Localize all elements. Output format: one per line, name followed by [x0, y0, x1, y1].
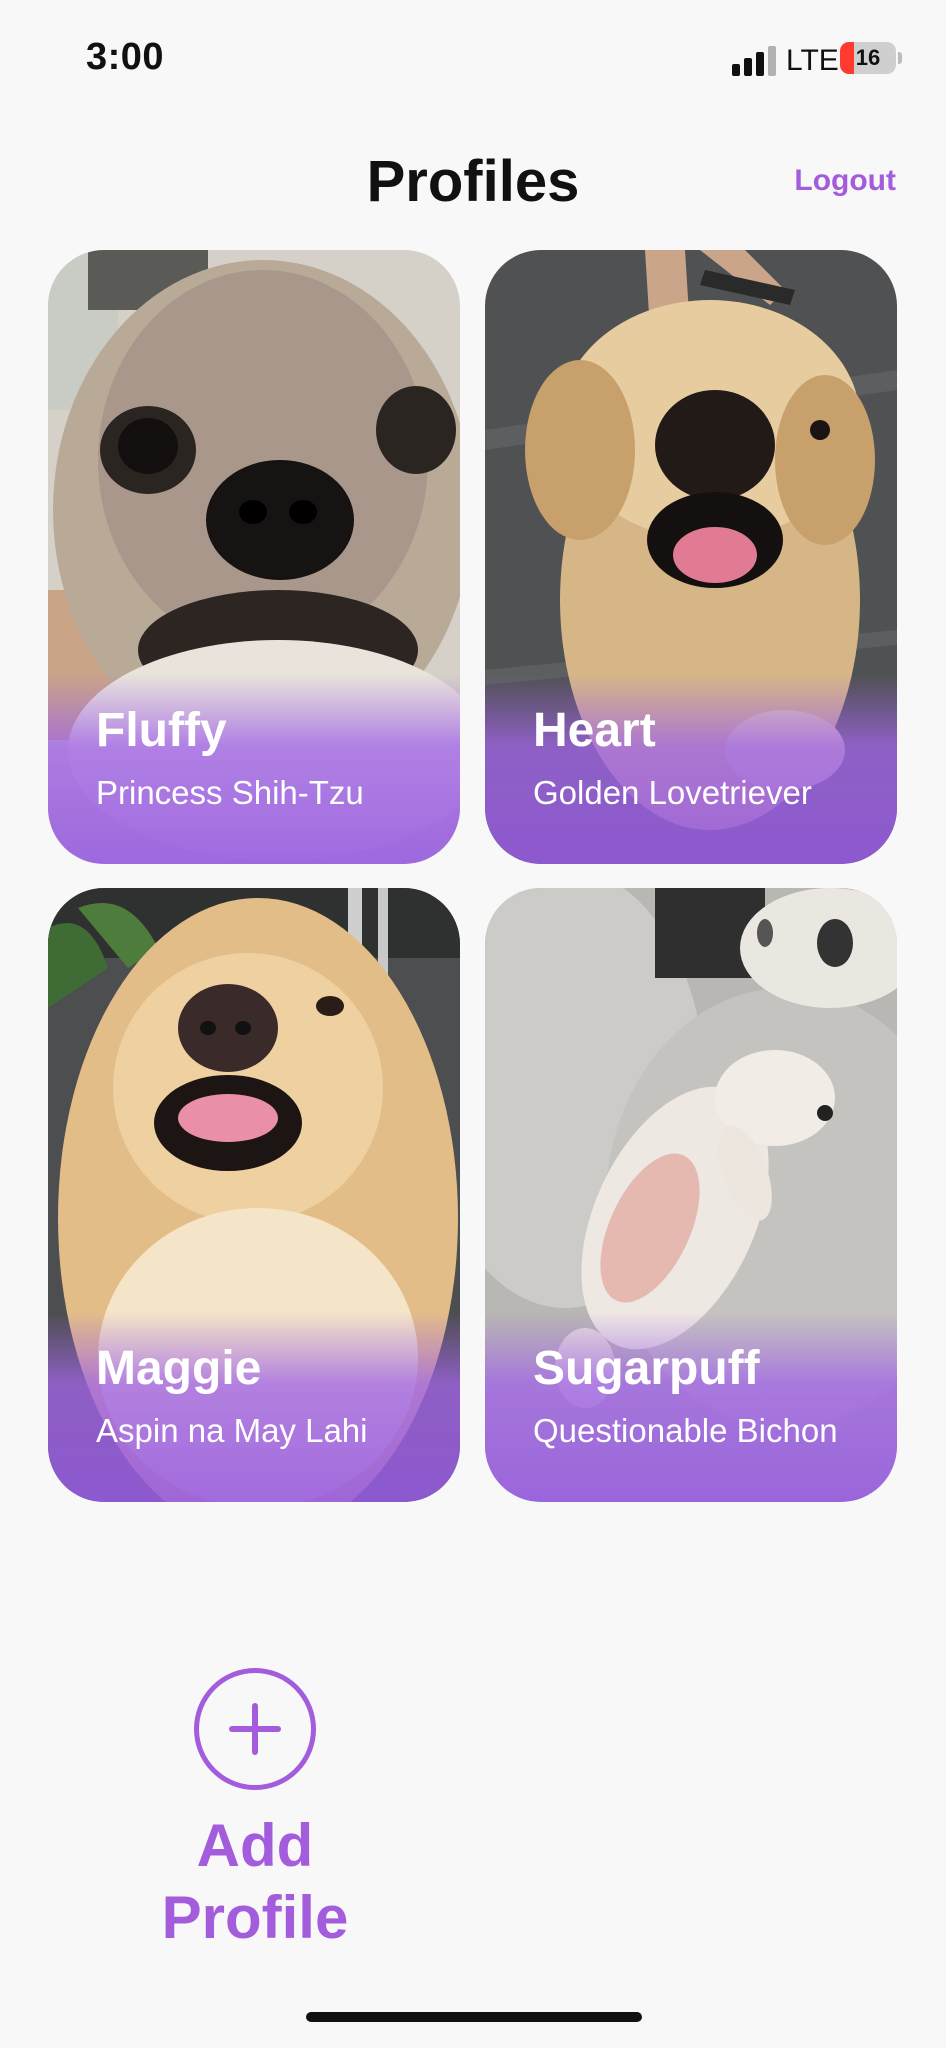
- add-profile-label: Add Profile: [161, 1812, 349, 1951]
- logout-button[interactable]: Logout: [794, 164, 896, 198]
- profile-breed: Golden Lovetriever: [533, 774, 812, 811]
- battery-tip: [898, 52, 902, 64]
- profile-card-fluffy[interactable]: Fluffy Princess Shih-Tzu: [48, 250, 460, 864]
- status-bar: 3:00 LTE 16: [0, 0, 946, 120]
- home-indicator: [306, 2012, 642, 2022]
- profile-name: Fluffy: [96, 704, 227, 757]
- profile-name: Maggie: [96, 1342, 262, 1395]
- battery-icon: 16: [840, 42, 896, 74]
- add-profile-button[interactable]: Add Profile: [140, 1668, 370, 1954]
- network-label: LTE: [786, 44, 839, 77]
- profile-card-sugarpuff[interactable]: Sugarpuff Questionable Bichon: [485, 888, 897, 1502]
- plus-circle-icon: [194, 1668, 316, 1790]
- profile-breed: Princess Shih-Tzu: [96, 774, 364, 811]
- profile-breed: Questionable Bichon: [533, 1412, 838, 1449]
- signal-icon: [732, 44, 776, 76]
- profile-name: Heart: [533, 704, 656, 757]
- profile-breed: Aspin na May Lahi: [96, 1412, 368, 1449]
- profile-name: Sugarpuff: [533, 1342, 760, 1395]
- profile-card-maggie[interactable]: Maggie Aspin na May Lahi: [48, 888, 460, 1502]
- profile-card-heart[interactable]: Heart Golden Lovetriever: [485, 250, 897, 864]
- battery-level: 16: [855, 45, 881, 70]
- status-time: 3:00: [86, 36, 165, 78]
